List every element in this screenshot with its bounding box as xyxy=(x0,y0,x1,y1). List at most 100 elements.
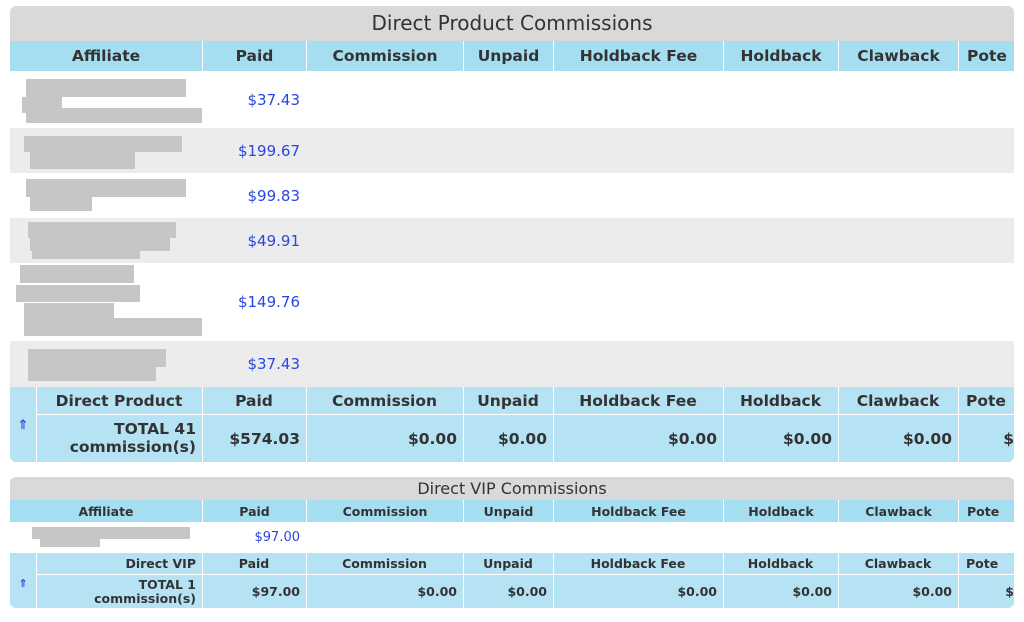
divider xyxy=(723,387,724,462)
divider xyxy=(553,553,554,608)
redacted-affiliate xyxy=(24,318,202,336)
total-col-clawback: Clawback xyxy=(856,391,940,410)
table-header: Affiliate Paid Commission Unpaid Holdbac… xyxy=(10,41,1014,71)
total-commission: $0.00 xyxy=(407,429,457,448)
col-unpaid[interactable]: Unpaid xyxy=(463,500,553,522)
redacted-affiliate xyxy=(32,249,140,259)
col-paid[interactable]: Paid xyxy=(202,41,306,71)
table-row: $149.76 xyxy=(10,263,1014,341)
redacted-affiliate xyxy=(26,79,186,97)
total-col-paid: Paid xyxy=(235,391,273,410)
section-title: Direct VIP Commissions xyxy=(10,477,1014,500)
total-col-holdback: Holdback xyxy=(747,556,814,571)
total-unpaid: $0.00 xyxy=(497,429,547,448)
total-col-pote: Pote xyxy=(966,556,999,571)
table-row: $97.00 xyxy=(10,522,1014,553)
divider xyxy=(958,553,959,608)
divider xyxy=(723,553,724,608)
col-holdback[interactable]: Holdback xyxy=(723,500,838,522)
paid-link[interactable]: $37.43 xyxy=(202,341,306,387)
redacted-affiliate xyxy=(24,136,182,152)
divider xyxy=(202,553,203,608)
col-holdback[interactable]: Holdback xyxy=(723,41,838,71)
col-unpaid[interactable]: Unpaid xyxy=(463,41,553,71)
double-up-arrow-icon: ⇑ xyxy=(17,417,29,433)
total-col-paid: Paid xyxy=(238,556,270,571)
table-row: $37.43 xyxy=(10,341,1014,387)
total-unpaid: $0.00 xyxy=(507,584,547,599)
table-row: $199.67 xyxy=(10,128,1014,173)
col-affiliate[interactable]: Affiliate xyxy=(10,500,202,522)
total-col-holdback: Holdback xyxy=(739,391,822,410)
redacted-affiliate xyxy=(16,285,140,302)
total-holdback: $0.00 xyxy=(782,429,832,448)
col-clawback[interactable]: Clawback xyxy=(838,500,958,522)
back-to-top-button[interactable]: ⇑ xyxy=(10,415,36,435)
total-pote: $ xyxy=(1005,584,1014,599)
total-holdback-fee: $0.00 xyxy=(677,584,717,599)
direct-product-commissions-section: Direct Product Commissions Affiliate Pai… xyxy=(10,6,1014,462)
paid-link[interactable]: $149.76 xyxy=(202,263,306,341)
total-col-direct-product: Direct Product xyxy=(55,391,183,410)
total-commission: $0.00 xyxy=(417,584,457,599)
col-pote[interactable]: Pote xyxy=(958,41,1014,71)
total-col-holdback-fee: Holdback Fee xyxy=(579,391,697,410)
total-paid: $574.03 xyxy=(229,429,300,448)
divider xyxy=(306,553,307,608)
paid-link[interactable]: $99.83 xyxy=(202,173,306,218)
total-col-unpaid: Unpaid xyxy=(483,556,533,571)
divider xyxy=(463,553,464,608)
col-clawback[interactable]: Clawback xyxy=(838,41,958,71)
total-col-pote: Pote xyxy=(966,391,1006,410)
table-row: $99.83 xyxy=(10,173,1014,218)
total-col-holdback-fee: Holdback Fee xyxy=(590,556,686,571)
total-label: TOTAL 41 commission(s) xyxy=(69,420,196,456)
total-col-direct-vip: Direct VIP xyxy=(125,556,196,571)
total-clawback: $0.00 xyxy=(912,584,952,599)
divider xyxy=(958,387,959,462)
col-holdback-fee[interactable]: Holdback Fee xyxy=(553,500,723,522)
col-holdback-fee[interactable]: Holdback Fee xyxy=(553,41,723,71)
table-row: $49.91 xyxy=(10,218,1014,263)
direct-vip-commissions-section: Direct VIP Commissions Affiliate Paid Co… xyxy=(10,477,1014,608)
double-up-arrow-icon: ⇑ xyxy=(18,576,28,590)
divider xyxy=(838,553,839,608)
divider xyxy=(202,387,203,462)
totals-row: ⇑ Direct Product Paid Commission Unpaid … xyxy=(10,387,1014,462)
redacted-affiliate xyxy=(26,108,202,123)
redacted-affiliate xyxy=(30,152,135,169)
redacted-affiliate xyxy=(20,265,134,283)
paid-link[interactable]: $199.67 xyxy=(202,128,306,173)
total-label: TOTAL 1 commission(s) xyxy=(94,576,196,606)
total-clawback: $0.00 xyxy=(902,429,952,448)
total-holdback-fee: $0.00 xyxy=(667,429,717,448)
total-col-commission: Commission xyxy=(342,556,427,571)
paid-link[interactable]: $49.91 xyxy=(202,218,306,263)
divider xyxy=(463,387,464,462)
redacted-affiliate xyxy=(28,365,156,381)
table-row: $37.43 xyxy=(10,71,1014,128)
col-commission[interactable]: Commission xyxy=(306,500,463,522)
total-holdback: $0.00 xyxy=(792,584,832,599)
table-header: Affiliate Paid Commission Unpaid Holdbac… xyxy=(10,500,1014,522)
paid-link[interactable]: $97.00 xyxy=(202,522,306,553)
total-col-unpaid: Unpaid xyxy=(477,391,539,410)
total-col-clawback: Clawback xyxy=(864,556,932,571)
divider xyxy=(553,387,554,462)
back-to-top-button[interactable]: ⇑ xyxy=(10,575,36,591)
divider xyxy=(838,387,839,462)
col-paid[interactable]: Paid xyxy=(202,500,306,522)
section-title: Direct Product Commissions xyxy=(10,6,1014,41)
col-pote[interactable]: Pote xyxy=(958,500,1014,522)
redacted-affiliate xyxy=(24,303,114,318)
total-pote: $ xyxy=(1003,429,1014,448)
col-commission[interactable]: Commission xyxy=(306,41,463,71)
col-affiliate[interactable]: Affiliate xyxy=(10,41,202,71)
redacted-affiliate xyxy=(30,195,92,211)
redacted-affiliate xyxy=(40,537,100,547)
divider xyxy=(306,387,307,462)
paid-link[interactable]: $37.43 xyxy=(202,71,306,128)
total-col-commission: Commission xyxy=(331,391,438,410)
totals-row: ⇑ Direct VIP Paid Commission Unpaid Hold… xyxy=(10,553,1014,608)
total-paid: $97.00 xyxy=(251,584,300,599)
